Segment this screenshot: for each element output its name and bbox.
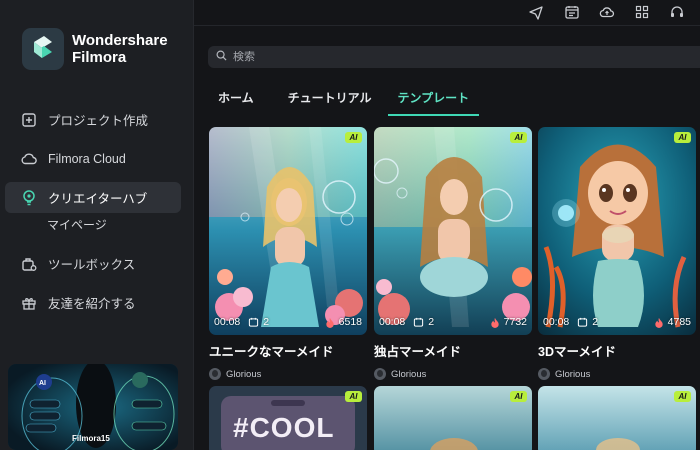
sidebar-item-refer-friend[interactable]: 友達を紹介する xyxy=(5,287,181,318)
top-bar xyxy=(194,0,700,26)
toolbox-icon xyxy=(20,255,38,273)
duration: 00:08 xyxy=(214,316,241,328)
clip-count: 2 xyxy=(413,316,434,328)
flame-icon xyxy=(654,317,663,328)
flame-icon xyxy=(490,317,499,328)
ai-badge: AI xyxy=(510,132,527,143)
search-bar[interactable] xyxy=(208,46,700,68)
sidebar-item-label: ツールボックス xyxy=(48,258,136,272)
clip-count: 2 xyxy=(577,316,598,328)
content-tabs: ホーム チュートリアル テンプレート xyxy=(208,88,480,116)
ai-badge: AI xyxy=(510,391,527,402)
calendar-task-icon[interactable] xyxy=(564,4,580,20)
ai-badge: AI xyxy=(345,132,362,143)
ai-badge: AI xyxy=(345,391,362,402)
sidebar-item-my-page[interactable]: マイページ xyxy=(5,216,181,236)
duration: 00:08 xyxy=(543,316,570,328)
sidebar-item-label: プロジェクト作成 xyxy=(48,114,149,128)
like-count-value: 4785 xyxy=(667,316,691,328)
tab-home[interactable]: ホーム xyxy=(208,88,264,116)
avatar xyxy=(374,368,386,380)
sidebar-item-label: クリエイターハブ xyxy=(48,192,148,206)
author-name: Glorious xyxy=(391,368,427,380)
template-thumbnail[interactable]: AI xyxy=(538,386,696,450)
template-author[interactable]: Glorious xyxy=(538,368,696,380)
template-title[interactable]: ユニークなマーメイド xyxy=(209,341,367,360)
sidebar-item-creator-hub[interactable]: クリエイターハブ xyxy=(5,182,181,213)
lightbulb-icon xyxy=(20,189,38,207)
template-thumbnail[interactable]: AI xyxy=(374,386,532,450)
avatar xyxy=(538,368,550,380)
avatar xyxy=(209,368,221,380)
author-name: Glorious xyxy=(555,368,591,380)
template-title[interactable]: 3Dマーメイド xyxy=(538,341,696,360)
app-logo[interactable]: Wondershare Filmora xyxy=(22,28,168,70)
template-card[interactable]: AI 00:08 2 6518 ユニークなマーメイド Glorious xyxy=(209,127,367,380)
clip-icon xyxy=(414,317,424,327)
clip-count-value: 2 xyxy=(263,316,270,328)
template-thumbnail[interactable]: AI 00:08 2 6518 xyxy=(209,127,367,335)
sidebar-item-create-project[interactable]: プロジェクト作成 xyxy=(5,104,181,135)
clip-icon xyxy=(578,317,588,327)
ai-badge: AI xyxy=(674,132,691,143)
gift-icon xyxy=(20,294,38,312)
like-count: 4785 xyxy=(654,316,691,328)
tab-template[interactable]: テンプレート xyxy=(387,88,480,116)
clip-count: 2 xyxy=(248,316,269,328)
brand-line-1: Wondershare xyxy=(72,32,168,49)
template-overlay-text: #COOL xyxy=(233,412,335,443)
sidebar: Wondershare Filmora プロジェクト作成 Filmora Clo… xyxy=(0,0,194,450)
template-meta: 00:08 2 7732 xyxy=(379,315,527,329)
sidebar-nav: プロジェクト作成 Filmora Cloud クリエイターハブ マイページ ツー… xyxy=(5,104,181,326)
template-thumbnail[interactable]: AI 00:08 2 4785 xyxy=(538,127,696,335)
sidebar-item-toolbox[interactable]: ツールボックス xyxy=(5,248,181,279)
headset-icon[interactable] xyxy=(669,4,685,20)
brand-line-2: Filmora xyxy=(72,49,127,66)
svg-text:AI: AI xyxy=(39,380,46,387)
like-count-value: 6518 xyxy=(338,316,362,328)
duration: 00:08 xyxy=(379,316,406,328)
template-card[interactable]: AI 00:08 2 4785 3Dマーメイド Glorious xyxy=(538,127,696,380)
template-meta: 00:08 2 6518 xyxy=(214,315,362,329)
like-count-value: 7732 xyxy=(503,316,527,328)
clip-icon xyxy=(249,317,259,327)
grid-apps-icon[interactable] xyxy=(634,4,650,20)
template-author[interactable]: Glorious xyxy=(374,368,532,380)
like-count: 7732 xyxy=(490,316,527,328)
template-thumbnail[interactable]: #COOL AI xyxy=(209,386,367,450)
cloud-icon xyxy=(20,150,38,168)
template-meta: 00:08 2 4785 xyxy=(543,315,691,329)
cloud-upload-icon[interactable] xyxy=(599,4,615,20)
author-name: Glorious xyxy=(226,368,262,380)
plus-square-icon xyxy=(20,111,38,129)
template-card[interactable]: AI 00:08 2 7732 独占マーメイド Glorious xyxy=(374,127,532,380)
tab-tutorial[interactable]: チュートリアル xyxy=(278,88,382,116)
sidebar-item-label: Filmora Cloud xyxy=(48,151,126,166)
promo-label: Filmora15 xyxy=(72,434,110,443)
clip-count-value: 2 xyxy=(592,316,599,328)
brand-name: Wondershare Filmora xyxy=(72,32,168,66)
search-icon xyxy=(216,48,227,66)
promo-banner[interactable]: AI Filmora15 xyxy=(8,364,178,450)
clip-count-value: 2 xyxy=(428,316,435,328)
template-author[interactable]: Glorious xyxy=(209,368,367,380)
sidebar-item-filmora-cloud[interactable]: Filmora Cloud xyxy=(5,143,181,174)
ai-badge: AI xyxy=(674,391,691,402)
search-input[interactable] xyxy=(233,51,533,63)
flame-icon xyxy=(325,317,334,328)
like-count: 6518 xyxy=(325,316,362,328)
filmora-logo-icon xyxy=(22,28,64,70)
template-title[interactable]: 独占マーメイド xyxy=(374,341,532,360)
sidebar-item-label: 友達を紹介する xyxy=(48,297,136,311)
send-icon[interactable] xyxy=(528,4,544,20)
template-thumbnail[interactable]: AI 00:08 2 7732 xyxy=(374,127,532,335)
